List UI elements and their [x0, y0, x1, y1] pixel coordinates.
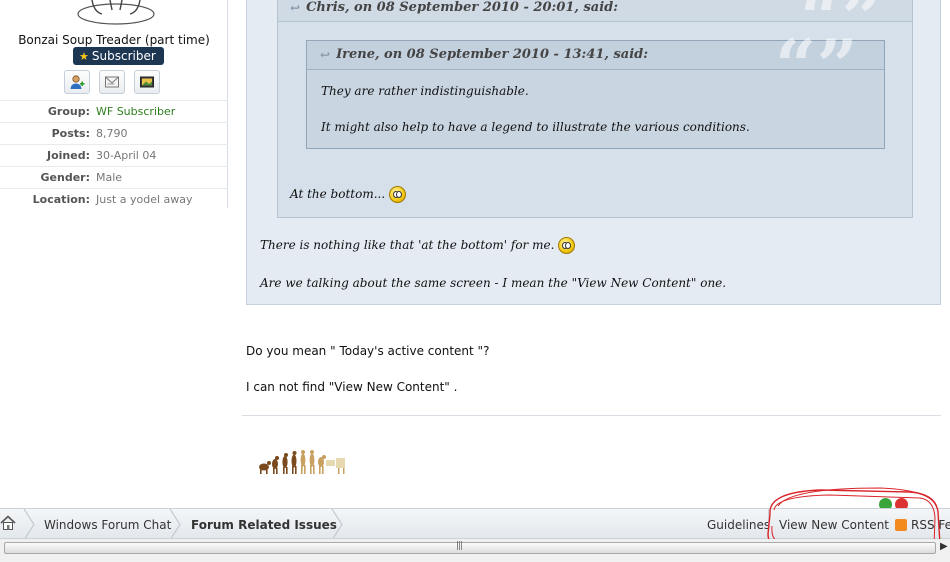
evolution-signature-image	[259, 450, 345, 474]
stat-label: Posts:	[51, 127, 90, 140]
quote-text: Are we talking about the same screen - I…	[260, 276, 727, 290]
subscriber-badge: ★ Subscriber	[73, 47, 164, 65]
breadcrumb-item[interactable]: Windows Forum Chat	[44, 509, 171, 540]
author-pane: Bonzai Soup Treader (part time) ★ Subscri…	[0, 0, 228, 208]
quote-text: They are rather indistinguishable.	[321, 84, 529, 98]
stat-value: 8,790	[96, 127, 128, 140]
avatar[interactable]	[76, 0, 156, 26]
send-message-button[interactable]	[99, 70, 125, 94]
stat-value: Just a yodel away	[96, 193, 193, 206]
stat-joined: Joined: 30-April 04	[0, 144, 228, 166]
quote-text: It might also help to have a legend to i…	[321, 120, 750, 134]
smiley-icon	[558, 237, 576, 254]
quote-citation-text: Chris, on 08 September 2010 - 20:01, sai…	[306, 0, 619, 15]
stat-value: Male	[96, 171, 123, 184]
view-gallery-icon	[140, 76, 154, 88]
quote-citation-text: Irene, on 08 September 2010 - 13:41, sai…	[336, 47, 649, 62]
horizontal-scrollbar[interactable]: ||| ▶	[0, 539, 950, 562]
signature-divider	[242, 415, 941, 416]
stat-label: Gender:	[40, 171, 90, 184]
breadcrumb-separator-icon	[331, 509, 343, 540]
breadcrumb-separator-icon	[23, 509, 35, 540]
group-link[interactable]: WF Subscriber	[96, 105, 175, 118]
stat-label: Joined:	[47, 149, 90, 162]
subscriber-badge-label: Subscriber	[91, 49, 156, 63]
scroll-right-arrow-icon[interactable]: ▶	[940, 541, 948, 552]
quote-arrow-icon[interactable]: ↩	[290, 1, 300, 15]
home-icon[interactable]	[0, 515, 16, 531]
quote-citation: ↩ Chris, on 08 September 2010 - 20:01, sa…	[290, 0, 618, 15]
stat-posts: Posts: 8,790	[0, 122, 228, 144]
stat-group: Group: WF Subscriber	[0, 100, 228, 122]
quote-text-line: There is nothing like that 'at the botto…	[260, 237, 576, 254]
post-text: I can not find "View New Content" .	[246, 380, 458, 394]
profile-actions	[64, 70, 160, 94]
smiley-icon	[389, 186, 407, 203]
quote-text: At the bottom...	[290, 187, 386, 201]
quote-text: There is nothing like that 'at the botto…	[260, 238, 555, 252]
member-title: Bonzai Soup Treader (part time)	[18, 33, 210, 47]
quote-arrow-icon[interactable]: ↩	[320, 48, 330, 62]
stat-gender: Gender: Male	[0, 166, 228, 188]
breadcrumb-item-current[interactable]: Forum Related Issues	[191, 509, 337, 540]
quote-mark-icon: “”	[775, 23, 858, 108]
add-friend-icon	[70, 75, 85, 89]
send-message-icon	[105, 76, 119, 88]
member-stats: Group: WF Subscriber Posts: 8,790 Joined: 3…	[0, 100, 228, 210]
stat-label: Location:	[32, 193, 90, 206]
stat-value: 30-April 04	[96, 149, 157, 162]
add-friend-button[interactable]	[64, 70, 90, 94]
view-gallery-button[interactable]	[134, 70, 160, 94]
scrollbar-grip-icon: |||	[456, 541, 463, 551]
post-text: Do you mean " Today's active content "?	[246, 344, 490, 358]
star-icon: ★	[79, 50, 89, 63]
quote-citation: ↩ Irene, on 08 September 2010 - 13:41, sa…	[320, 47, 648, 62]
scrollbar-thumb[interactable]	[4, 542, 936, 554]
quote-text-line: At the bottom...	[290, 186, 407, 203]
stat-location: Location: Just a yodel away	[0, 188, 228, 210]
breadcrumb-separator-icon	[169, 509, 181, 540]
stat-label: Group:	[47, 105, 90, 118]
